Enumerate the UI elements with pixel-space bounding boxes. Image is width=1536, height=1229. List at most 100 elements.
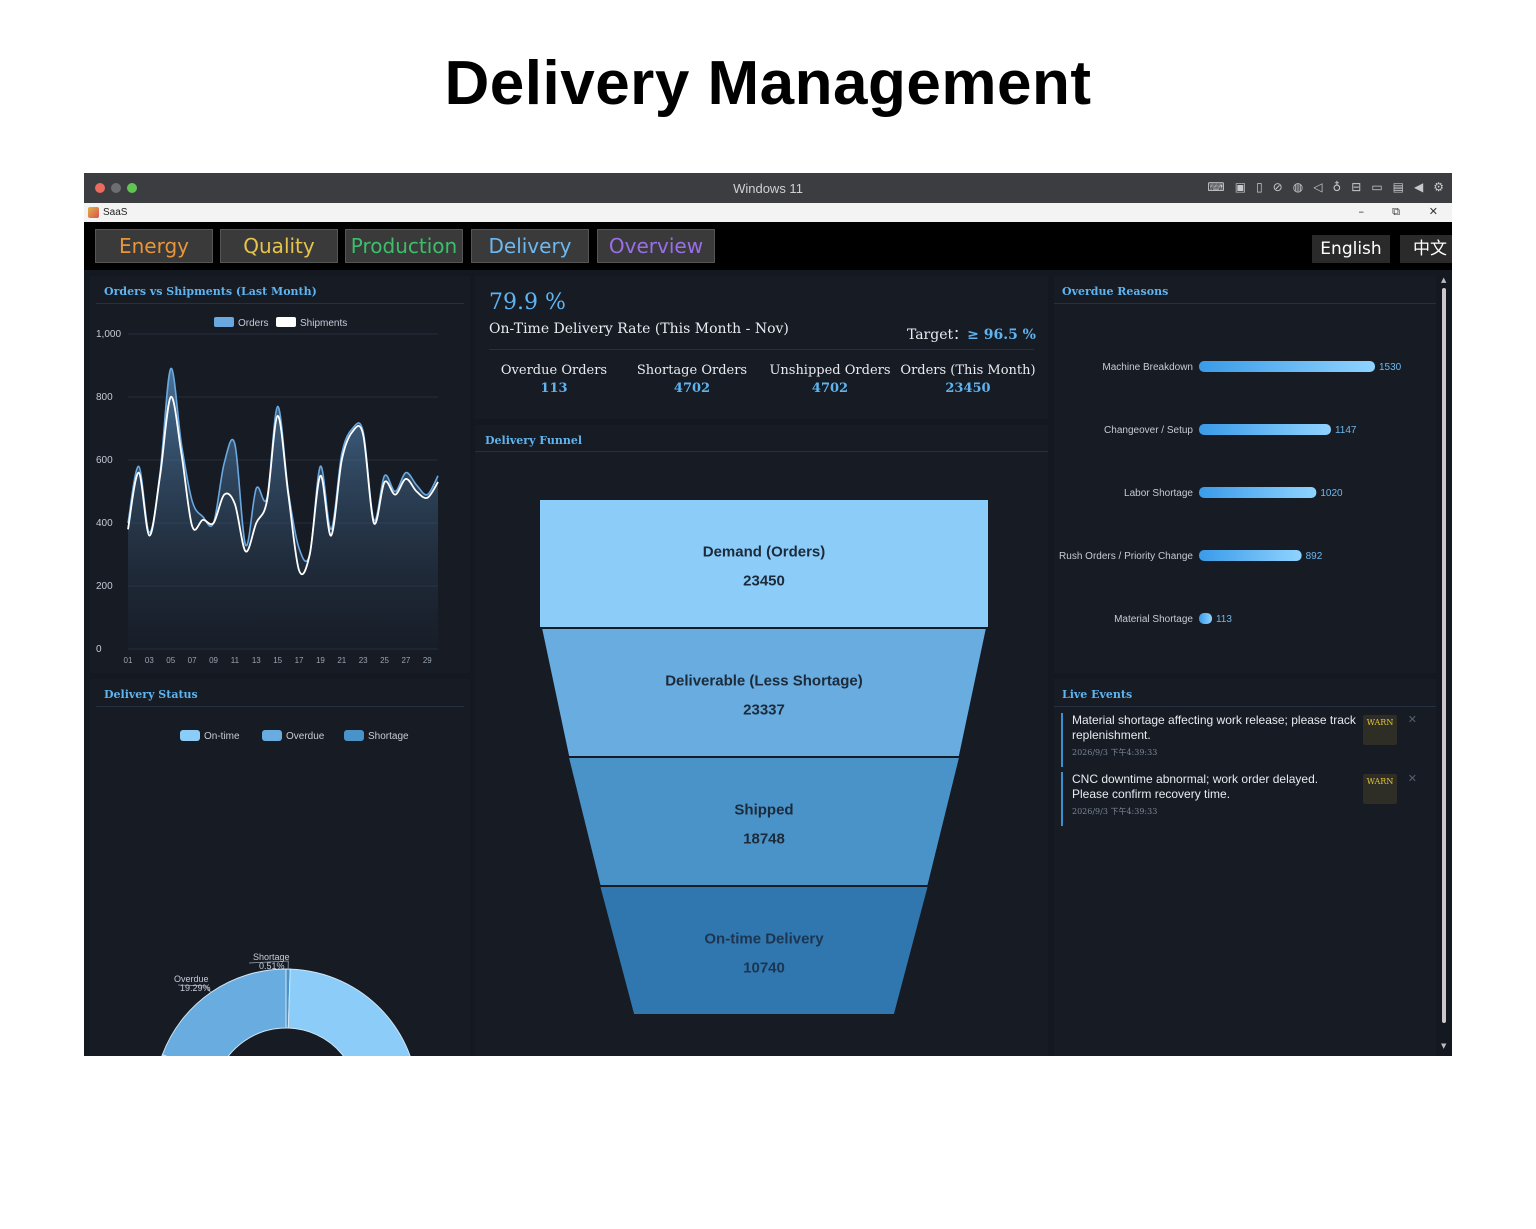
- language-chinese[interactable]: 中文: [1400, 235, 1452, 263]
- tab-quality[interactable]: Quality: [220, 229, 338, 263]
- bar-category-label: Rush Orders / Priority Change: [1059, 551, 1193, 562]
- delivery-funnel-chart: Demand (Orders) 23450 Deliverable (Less Sh…: [540, 500, 988, 1014]
- divider: [489, 349, 1034, 350]
- bar-value-label: 113: [1216, 614, 1232, 625]
- folder-icon[interactable]: ▤: [1393, 180, 1404, 194]
- y-tick-label: 400: [96, 518, 113, 529]
- restore-button[interactable]: ⧉: [1392, 205, 1400, 219]
- target-value: ≥ 96.5 %: [967, 327, 1036, 343]
- x-tick-label: 01: [124, 656, 133, 665]
- x-tick-label: 13: [252, 656, 261, 665]
- x-tick-label: 03: [145, 656, 154, 665]
- legend-swatch: [344, 730, 364, 741]
- vm-toolbar: ⌨ ▣ ▯ ⊘ ◍ ◁ ♁ ⊟ ▭ ▤ ◀ ⚙: [1207, 180, 1444, 194]
- kpi-unshipped-orders: Unshipped Orders 4702: [761, 363, 899, 396]
- legend-label: Shipments: [300, 318, 347, 329]
- funnel-stage-label: On-time Delivery: [704, 931, 824, 948]
- divider: [1054, 706, 1436, 707]
- bar: [1199, 361, 1375, 372]
- close-icon[interactable]: ✕: [1408, 713, 1417, 726]
- target-label: Target：≥ 96.5 %: [907, 324, 1036, 344]
- scrollbar-thumb[interactable]: [1442, 288, 1446, 1023]
- close-button[interactable]: ✕: [1429, 205, 1438, 218]
- legend-label: Shortage: [368, 731, 409, 742]
- scroll-up-icon[interactable]: ▲: [1441, 276, 1446, 284]
- funnel-stage-value: 18748: [743, 831, 785, 848]
- y-tick-label: 200: [96, 581, 113, 592]
- app-titlebar: SaaS – ⧉ ✕: [84, 203, 1452, 222]
- back-icon[interactable]: ◀: [1414, 180, 1423, 194]
- x-tick-label: 05: [166, 656, 175, 665]
- kpi-label: Overdue Orders: [500, 363, 608, 378]
- y-tick-label: 0: [96, 644, 102, 655]
- funnel-stage-label: Demand (Orders): [703, 544, 826, 561]
- bar-value-label: 1147: [1335, 425, 1357, 436]
- warn-badge: WARN: [1363, 715, 1397, 745]
- kpi-label: Shortage Orders: [636, 363, 748, 378]
- x-tick-label: 27: [401, 656, 410, 665]
- x-tick-label: 25: [380, 656, 389, 665]
- legend-label: Overdue: [286, 731, 325, 742]
- bar-value-label: 892: [1306, 551, 1323, 562]
- scrollbar[interactable]: ▲ ▼: [1440, 276, 1448, 1056]
- usb-icon[interactable]: ▯: [1256, 180, 1263, 194]
- globe-icon[interactable]: ◍: [1293, 180, 1303, 194]
- bar: [1199, 613, 1212, 624]
- kpi-shortage-orders: Shortage Orders 4702: [623, 363, 761, 396]
- kpi-orders-this-month: Orders (This Month) 23450: [899, 363, 1037, 396]
- camera-off-icon[interactable]: ⊘: [1273, 180, 1283, 194]
- funnel-stage-value: 10740: [743, 960, 785, 977]
- tab-production[interactable]: Production: [345, 229, 463, 263]
- close-icon[interactable]: ✕: [1408, 772, 1417, 785]
- legend-swatch: [180, 730, 200, 741]
- video-icon[interactable]: ▭: [1371, 180, 1382, 194]
- x-tick-label: 29: [423, 656, 432, 665]
- delivery-funnel-panel: Delivery Funnel Demand (Orders) 23450 Deli…: [475, 425, 1048, 1056]
- bar-category-label: Changeover / Setup: [1104, 425, 1193, 436]
- funnel-stage-label: Shipped: [734, 802, 793, 819]
- funnel-stage-value: 23337: [743, 702, 785, 719]
- funnel-stage: [600, 887, 928, 1014]
- event-text: CNC downtime abnormal; work order delaye…: [1072, 772, 1319, 801]
- legend-swatch-shipments: [276, 317, 296, 327]
- bar-category-label: Labor Shortage: [1124, 488, 1193, 499]
- language-english[interactable]: English: [1312, 235, 1390, 263]
- kpi-panel: 79.9 % On-Time Delivery Rate (This Month…: [475, 276, 1048, 419]
- x-tick-label: 21: [337, 656, 346, 665]
- kpi-value: 23450: [945, 381, 991, 396]
- bar-value-label: 1020: [1320, 488, 1343, 499]
- delivery-status-chart: On-timeOverdueShortageShortage0.51%On-ti…: [161, 730, 411, 1056]
- app-window: Windows 11 ⌨ ▣ ▯ ⊘ ◍ ◁ ♁ ⊟ ▭ ▤ ◀ ⚙ SaaS …: [84, 173, 1452, 1056]
- y-tick-label: 600: [96, 455, 113, 466]
- tab-delivery[interactable]: Delivery: [471, 229, 589, 263]
- funnel-stage: [569, 758, 959, 885]
- kpi-value: 4702: [673, 381, 711, 396]
- tab-energy[interactable]: Energy: [95, 229, 213, 263]
- legend-label: On-time: [204, 731, 240, 742]
- bar: [1199, 550, 1302, 561]
- event-item[interactable]: Material shortage affecting work release…: [1061, 713, 1431, 767]
- orders-shipments-panel: Orders vs Shipments (Last Month) 0 200 400…: [90, 276, 470, 673]
- speaker-icon[interactable]: ◁: [1313, 180, 1322, 194]
- funnel-stage: [540, 500, 988, 627]
- delivery-status-panel: Delivery Status On-time Overdue Shortage Sh…: [90, 679, 470, 1056]
- bar: [1199, 487, 1317, 498]
- keyboard-icon[interactable]: ⌨: [1207, 180, 1224, 194]
- bar-value-label: 1530: [1379, 362, 1402, 373]
- printer-icon[interactable]: ⊟: [1351, 180, 1361, 194]
- kpi-value: 113: [540, 381, 568, 396]
- scroll-down-icon[interactable]: ▼: [1441, 1042, 1446, 1050]
- cpu-icon[interactable]: ▣: [1235, 180, 1246, 194]
- slice-label: 19.29%: [180, 983, 211, 993]
- minimize-button[interactable]: –: [1359, 205, 1365, 218]
- tab-overview[interactable]: Overview: [597, 229, 715, 263]
- event-time: 2026/9/3 下午4:39:33: [1072, 748, 1158, 757]
- funnel-stage-value: 23450: [743, 573, 785, 590]
- app-logo-icon: [88, 207, 99, 218]
- event-item[interactable]: CNC downtime abnormal; work order delaye…: [1061, 772, 1431, 826]
- bar-category-label: Material Shortage: [1114, 614, 1193, 625]
- legend-label: Orders: [238, 318, 269, 329]
- gear-icon[interactable]: ⚙: [1433, 180, 1444, 194]
- microphone-icon[interactable]: ♁: [1332, 180, 1341, 194]
- window-titlebar: Windows 11 ⌨ ▣ ▯ ⊘ ◍ ◁ ♁ ⊟ ▭ ▤ ◀ ⚙: [84, 173, 1452, 203]
